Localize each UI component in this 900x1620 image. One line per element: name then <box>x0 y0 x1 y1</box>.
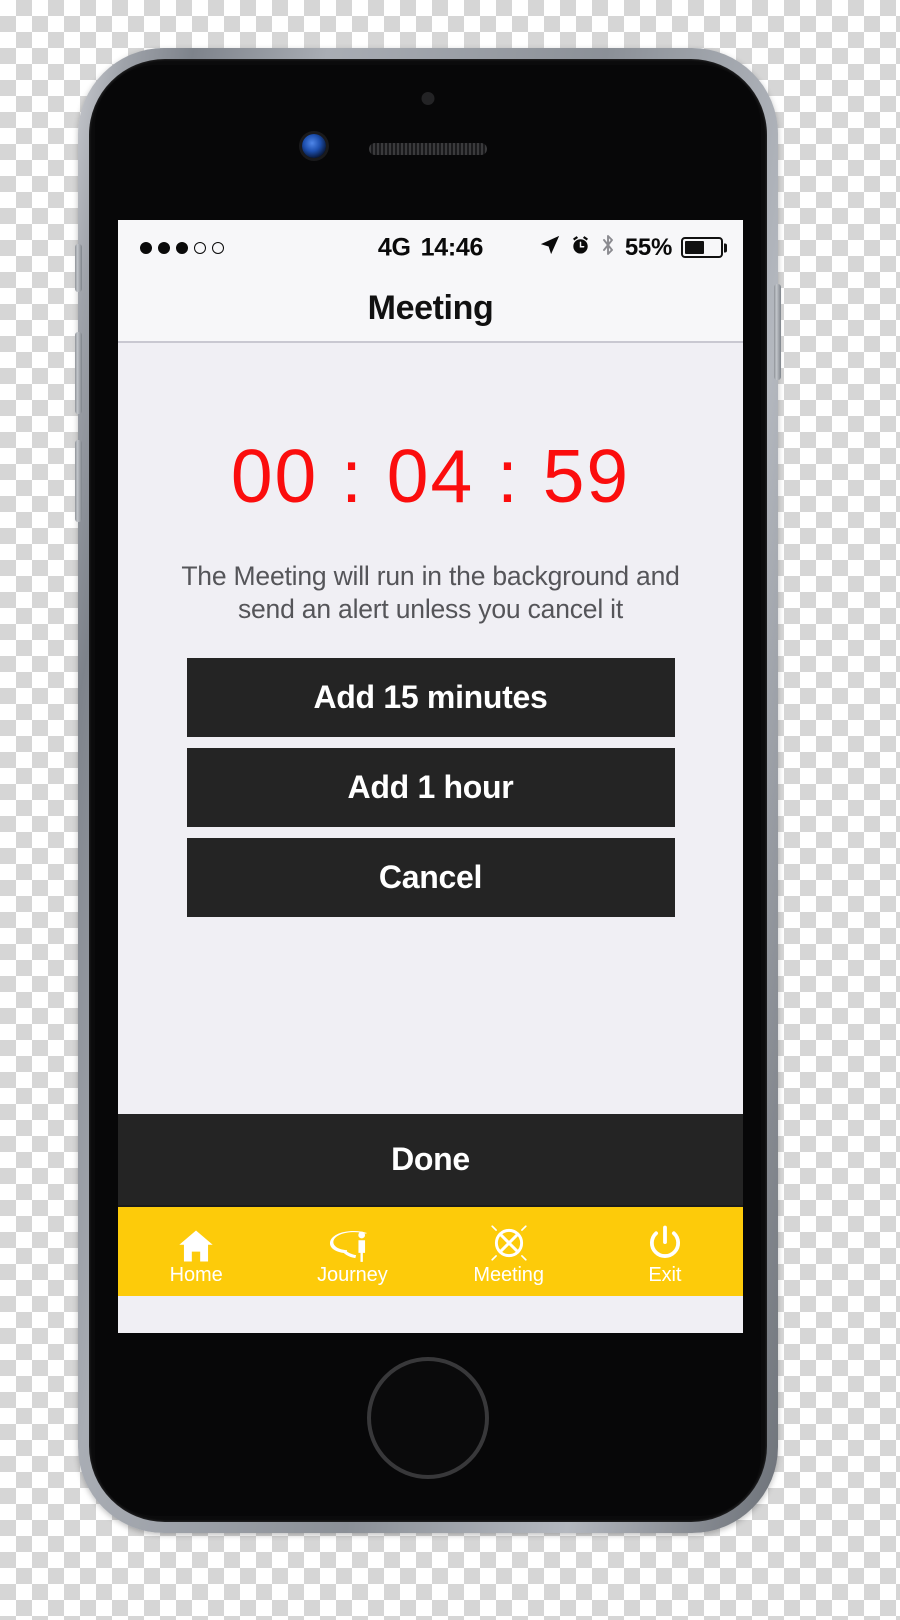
alarm-clock-icon <box>570 235 591 261</box>
phone-device: 4G 14:46 55% Meeting 00: 04: 59 The Me… <box>75 48 781 1533</box>
tab-journey[interactable]: Journey <box>274 1207 430 1296</box>
power-icon <box>646 1219 684 1263</box>
add-15-minutes-button[interactable]: Add 15 minutes <box>186 657 675 737</box>
signal-strength-dots <box>140 241 224 254</box>
proximity-sensor-icon <box>421 92 435 105</box>
tab-meeting-label: Meeting <box>473 1263 544 1286</box>
signal-dot-4 <box>194 241 206 254</box>
page-title: Meeting <box>367 288 494 327</box>
cancel-button[interactable]: Cancel <box>186 837 675 917</box>
description-text: The Meeting will run in the background a… <box>181 561 680 624</box>
earpiece-speaker-icon <box>369 143 487 155</box>
battery-icon <box>681 237 723 258</box>
volume-up-button[interactable] <box>75 332 82 414</box>
add-1-hour-button[interactable]: Add 1 hour <box>186 747 675 827</box>
journey-icon <box>330 1219 374 1263</box>
tab-journey-label: Journey <box>317 1263 388 1286</box>
signal-dot-2 <box>158 241 170 254</box>
home-button[interactable] <box>367 1357 489 1479</box>
tab-meeting[interactable]: Meeting <box>431 1207 587 1296</box>
tab-home-label: Home <box>169 1263 223 1286</box>
tab-home[interactable]: Home <box>118 1207 274 1296</box>
battery-percent-label: 55% <box>624 233 672 261</box>
main-content: 00 : 04 : 59 The Meeting will run in the… <box>118 343 743 1114</box>
meeting-cross-circle-icon <box>489 1219 529 1263</box>
countdown-timer: 00 : 04 : 59 <box>230 434 631 518</box>
status-bar-right: 55% <box>539 234 723 262</box>
volume-down-button[interactable] <box>75 440 82 522</box>
clock-label: 14:46 <box>420 233 484 261</box>
done-button[interactable]: Done <box>118 1114 743 1205</box>
nav-bar: Meeting <box>118 275 743 343</box>
bluetooth-icon <box>600 234 616 261</box>
tab-exit-label: Exit <box>648 1263 682 1286</box>
action-button-group: Add 15 minutes Add 1 hour Cancel <box>186 657 675 917</box>
home-icon <box>177 1219 215 1263</box>
signal-dot-1 <box>140 241 152 254</box>
network-type-label: 4G <box>377 233 411 261</box>
mute-switch[interactable] <box>75 244 82 292</box>
front-camera-icon <box>302 134 326 158</box>
signal-dot-5 <box>212 241 224 254</box>
location-arrow-icon <box>539 234 561 261</box>
tab-exit[interactable]: Exit <box>587 1207 743 1296</box>
status-bar-center: 4G 14:46 <box>377 233 484 262</box>
tab-bar: Home Journey Meeting Exit <box>118 1205 743 1296</box>
status-bar: 4G 14:46 55% <box>118 220 743 275</box>
phone-screen: 4G 14:46 55% Meeting 00: 04: 59 The Me… <box>118 220 743 1333</box>
power-button[interactable] <box>774 284 781 380</box>
signal-dot-3 <box>176 241 188 254</box>
